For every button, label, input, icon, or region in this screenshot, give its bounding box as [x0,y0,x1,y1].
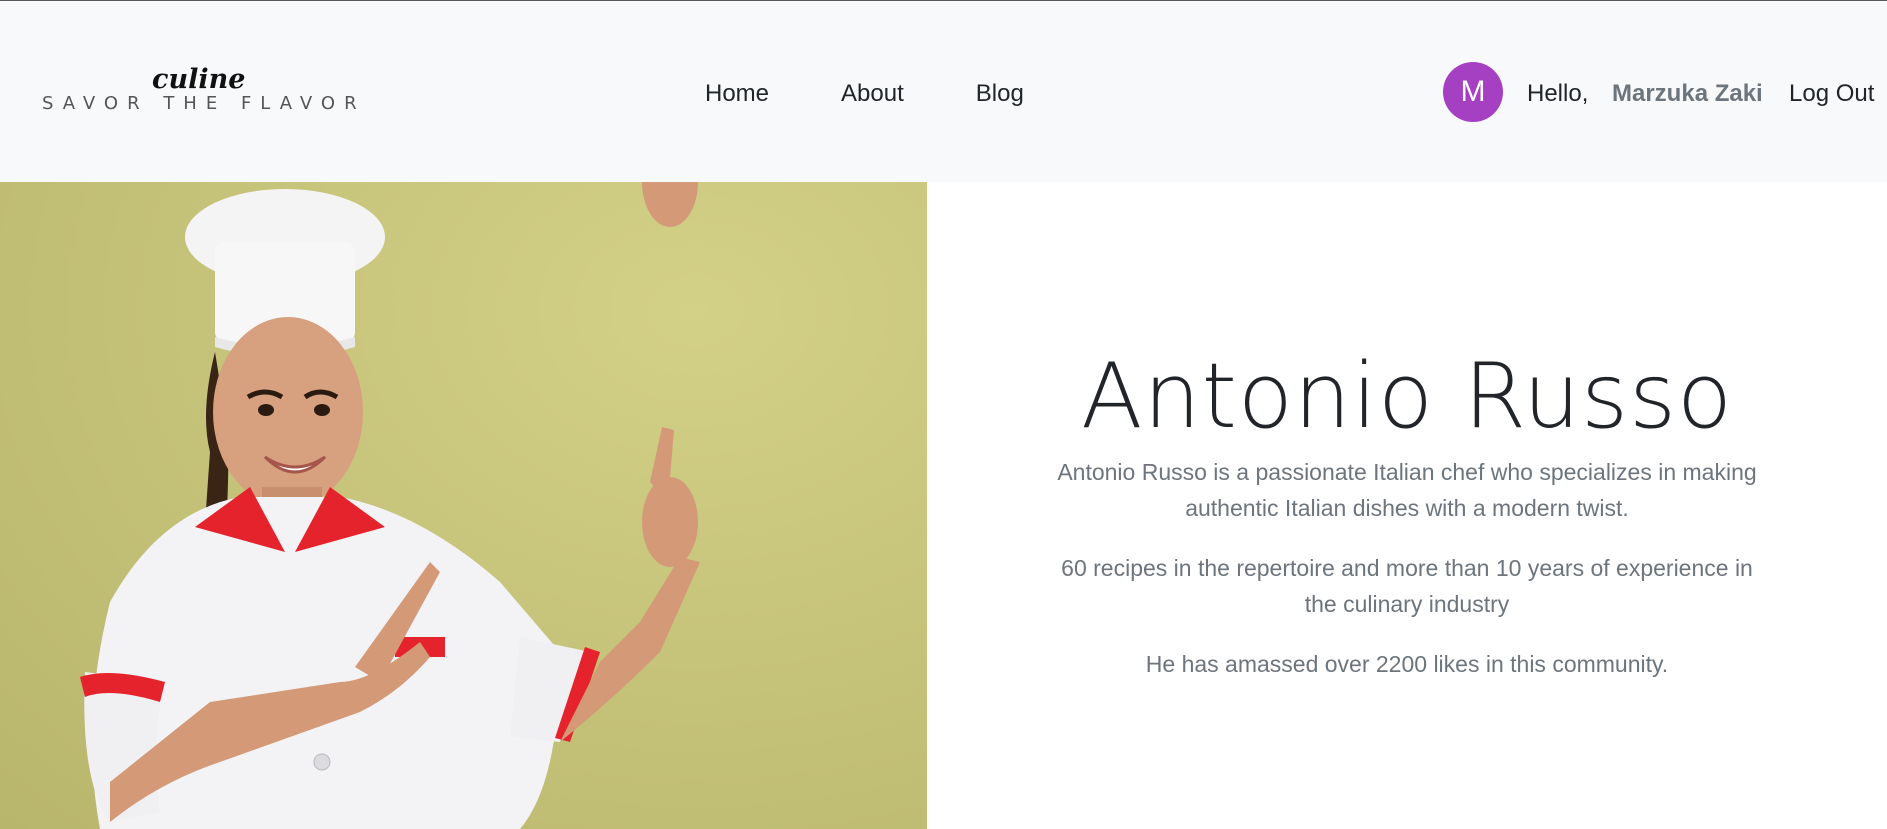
chef-name-heading: Antonio Russo [1080,344,1734,449]
chef-stats: 60 recipes in the repertoire and more th… [1061,555,1753,617]
chef-likes: He has amassed over 2200 likes in this c… [1145,651,1669,677]
navbar: culine SAVOR THE FLAVOR Home About Blog … [0,1,1887,182]
site-logo[interactable]: culine SAVOR THE FLAVOR [42,64,357,115]
nav-about-link[interactable]: About [841,79,904,109]
logo-script-text: culine [152,64,246,95]
greeting-text: Hello, [1527,80,1589,107]
nav-home-link[interactable]: Home [705,79,769,109]
logout-link[interactable]: Log Out [1789,79,1874,109]
username-text: Marzuka Zaki [1612,80,1763,107]
main-nav: Home About Blog [705,79,1024,109]
chef-profile: Antonio Russo Antonio Russo is a passion… [927,182,1887,829]
nav-blog-link[interactable]: Blog [976,79,1024,109]
user-avatar[interactable]: M [1443,62,1503,122]
chef-photo [0,182,927,829]
chef-illustration [80,182,700,829]
chef-description: Antonio Russo is a passionate Italian ch… [1057,459,1757,521]
logo-tagline: SAVOR THE FLAVOR [42,93,366,114]
